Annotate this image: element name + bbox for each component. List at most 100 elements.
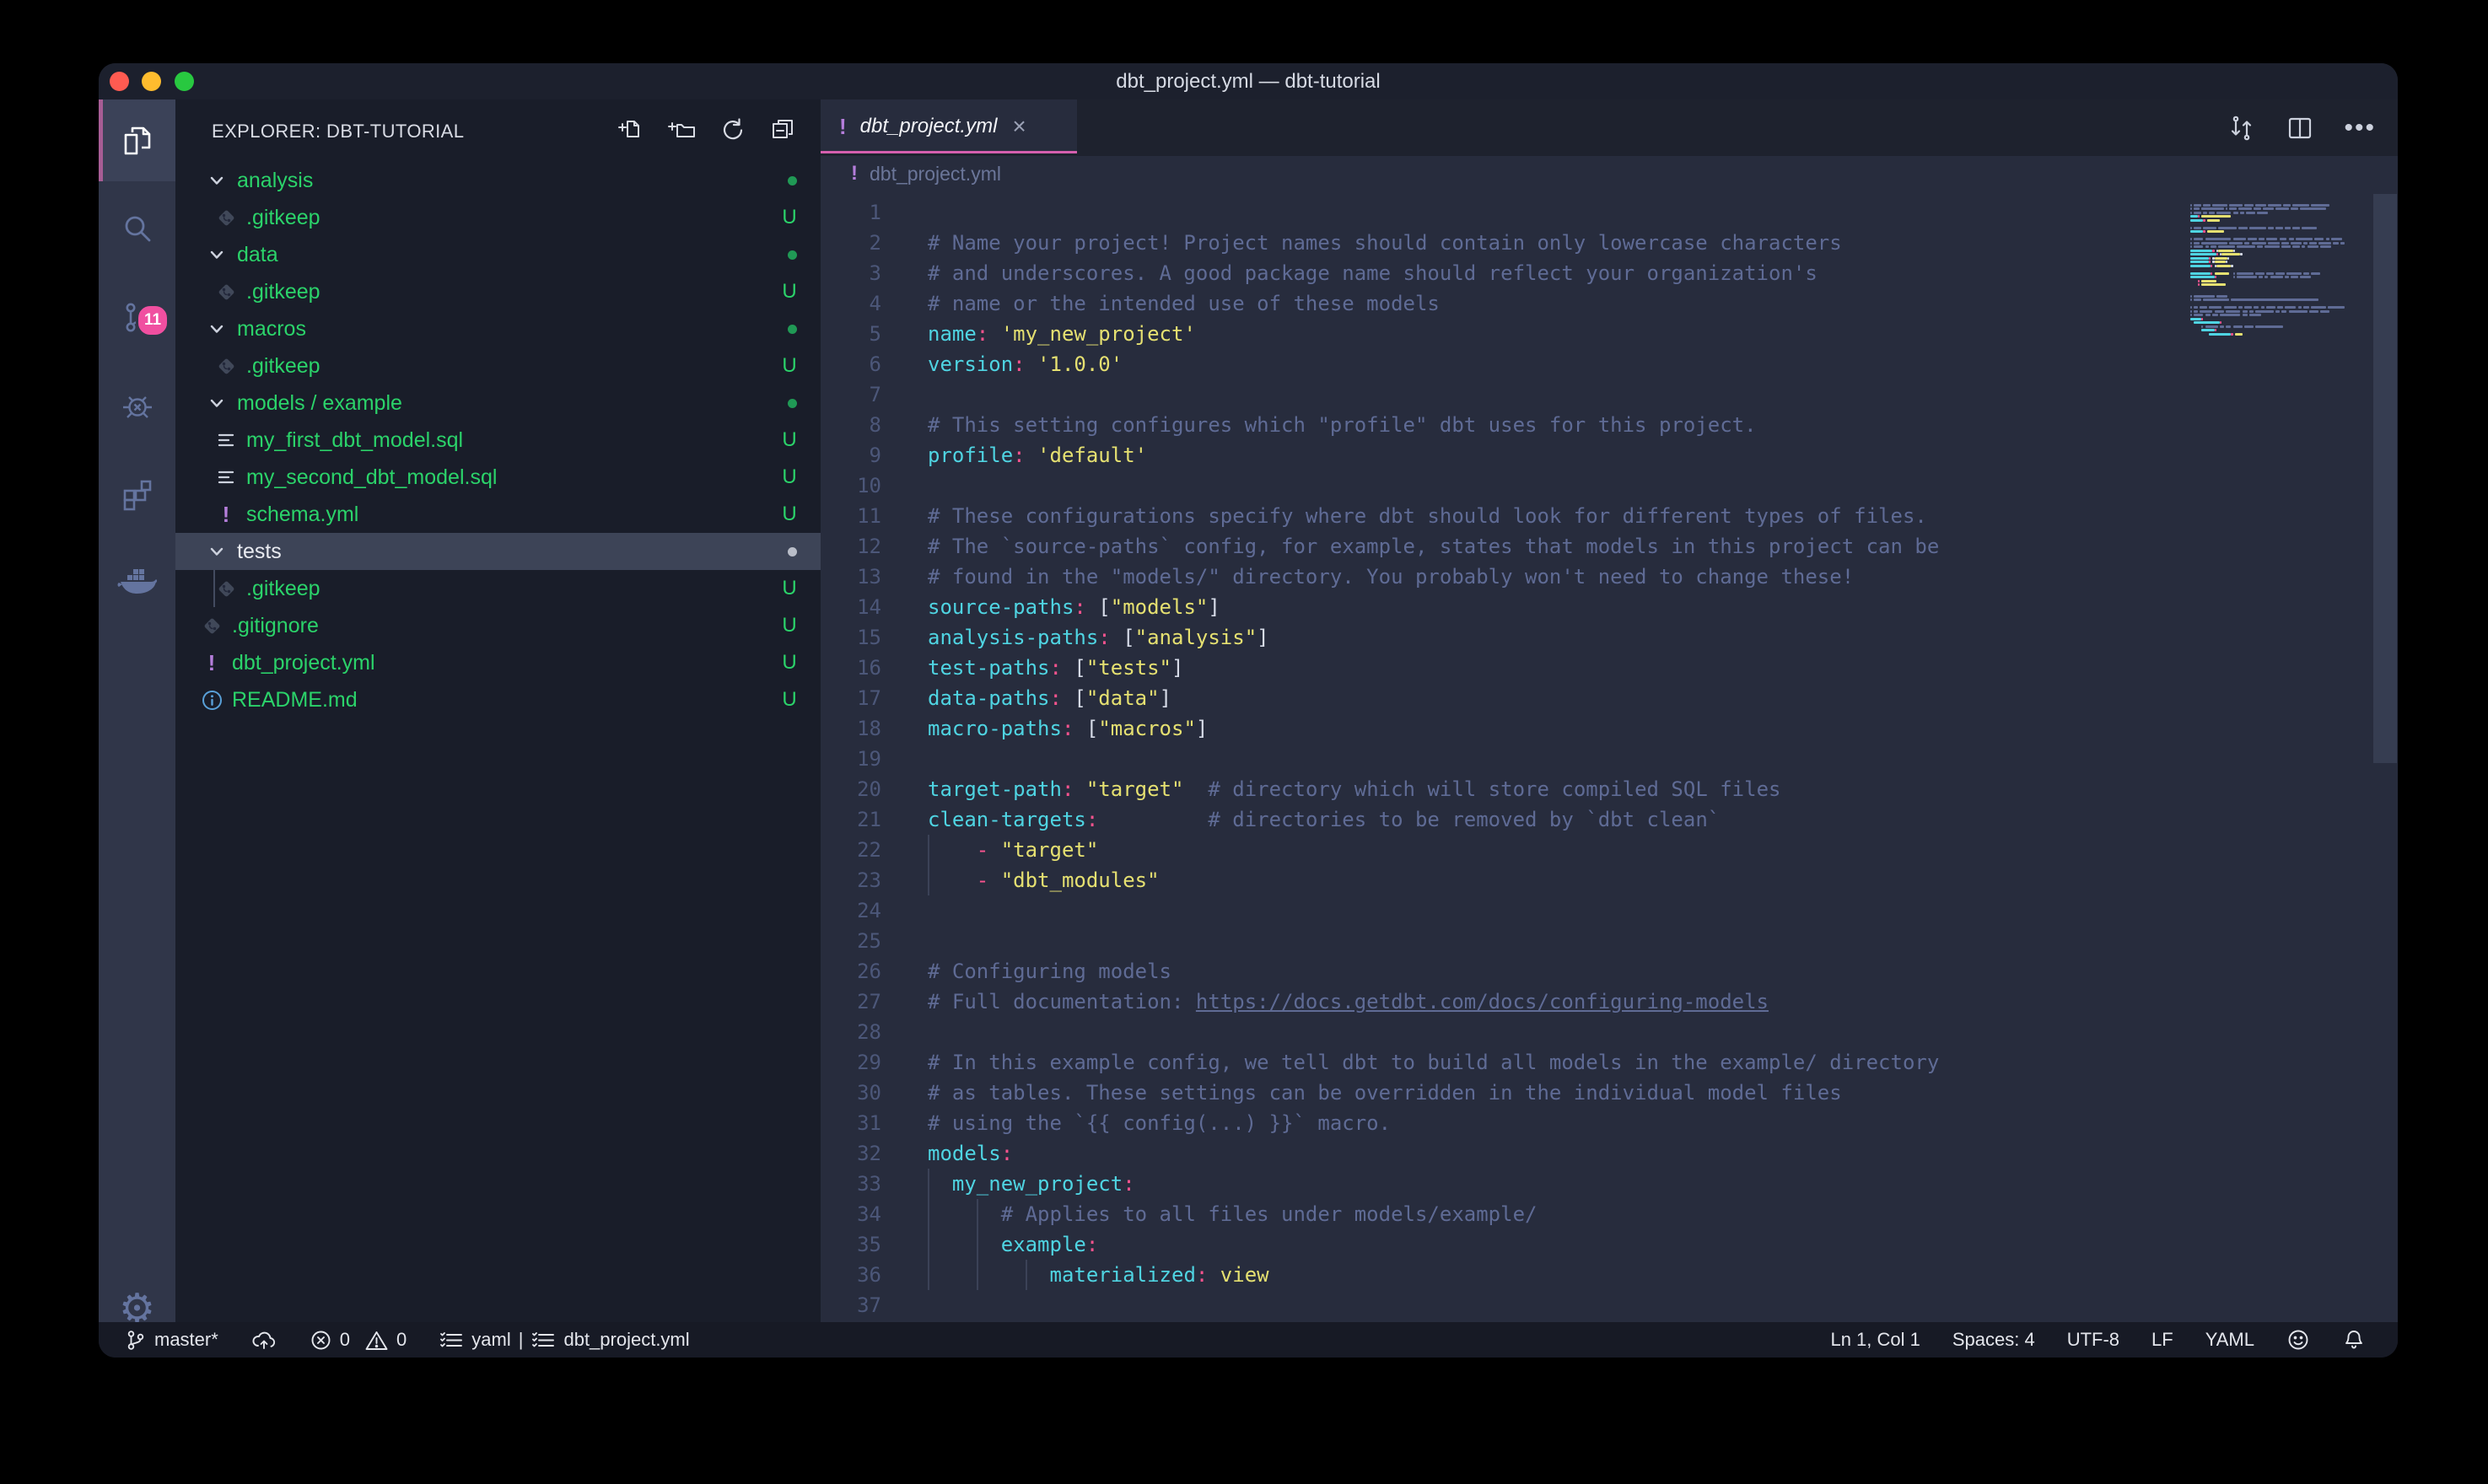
tree-item-my-first-dbt-model-sql[interactable]: my_first_dbt_model.sqlU [175, 422, 821, 459]
minimap-line [2266, 306, 2275, 309]
collapse-folders-icon[interactable] [768, 115, 797, 143]
eol-setting[interactable]: LF [2151, 1329, 2173, 1351]
tree-item-dbt-project-yml[interactable]: !dbt_project.ymlU [175, 644, 821, 681]
feedback-smiley-icon[interactable] [2286, 1328, 2310, 1352]
sidebar-item-extensions[interactable] [99, 454, 175, 535]
sidebar-item-debug[interactable] [99, 365, 175, 447]
yml-file-icon: ! [213, 502, 239, 528]
split-editor-icon[interactable] [2285, 113, 2315, 143]
file-tree: analysis.gitkeepUdata.gitkeepUmacros.git… [175, 162, 821, 718]
git-untracked-badge: U [777, 465, 802, 489]
yml-file-icon: ! [199, 650, 224, 676]
minimap-line [2203, 204, 2211, 207]
sync-changes-button[interactable] [250, 1329, 277, 1352]
tree-item-models-example[interactable]: models / example [175, 384, 821, 422]
tree-item-data[interactable]: data [175, 236, 821, 273]
problems-status[interactable]: 0 0 [310, 1329, 407, 1352]
minimap-line [2300, 207, 2326, 210]
more-actions-icon[interactable]: ••• [2344, 114, 2376, 142]
code-line-36: materialized: view [928, 1260, 1939, 1290]
minimap-line [2244, 306, 2252, 309]
minimap-line [2218, 227, 2237, 229]
minimap-line [2194, 306, 2197, 309]
minimap-line [2190, 245, 2192, 248]
minimap-line [2303, 272, 2309, 275]
open-changes-icon[interactable] [2226, 113, 2256, 143]
minimap-line [2190, 207, 2192, 210]
tab-dbt-project-yml[interactable]: ! dbt_project.yml × [821, 99, 1077, 153]
minimap-line [2194, 295, 2214, 298]
minimap-line [2198, 280, 2200, 282]
minimap-line [2309, 310, 2318, 313]
minimap-line [2252, 242, 2267, 245]
minimap-line [2328, 306, 2345, 309]
minimap-line [2190, 227, 2192, 229]
minimap-line [2233, 276, 2235, 278]
minimap-line [2320, 310, 2329, 313]
refresh-icon[interactable] [718, 115, 746, 143]
git-untracked-badge: U [777, 614, 802, 637]
git-branch-status[interactable]: master* [124, 1329, 218, 1352]
sidebar-item-source-control[interactable]: 11 [99, 277, 175, 358]
code-line-34: # Applies to all files under models/exam… [928, 1199, 1939, 1229]
minimap-line [2281, 242, 2289, 245]
minimap[interactable] [2190, 200, 2372, 1322]
language-mode[interactable]: YAML [2205, 1329, 2254, 1351]
minimap-line [2254, 207, 2261, 210]
tree-item--gitignore[interactable]: .gitignoreU [175, 607, 821, 644]
minimap-line [2194, 310, 2197, 313]
info-file-icon [199, 689, 224, 712]
minimap-line [2255, 272, 2265, 275]
minimap-line [2215, 257, 2227, 260]
code-line-28 [928, 1017, 1939, 1047]
close-tab-icon[interactable]: × [1012, 113, 1026, 140]
indentation-setting[interactable]: Spaces: 4 [1952, 1329, 2035, 1351]
breadcrumb-file-label[interactable]: dbt_project.yml [870, 163, 1001, 186]
minimap-line [2296, 238, 2313, 240]
breadcrumb[interactable]: ! dbt_project.yml [821, 156, 2398, 191]
minimap-line [2255, 325, 2283, 328]
minimap-line [2231, 333, 2232, 336]
extensions-icon [119, 476, 156, 513]
minimap-line [2216, 265, 2232, 267]
tree-item--gitkeep[interactable]: .gitkeepU [175, 273, 821, 310]
code-editor[interactable]: 1234567891011121314151617181920212223242… [821, 191, 2398, 1322]
minimap-line [2254, 306, 2259, 309]
sidebar-item-search[interactable] [99, 188, 175, 270]
minimap-line [2249, 310, 2253, 313]
minimap-line [2259, 276, 2262, 278]
new-folder-icon[interactable] [667, 115, 696, 143]
tree-item--gitkeep[interactable]: .gitkeepU [175, 570, 821, 607]
window-title: dbt_project.yml — dbt-tutorial [99, 63, 2398, 99]
tree-item-macros[interactable]: macros [175, 310, 821, 347]
minimap-line [2291, 207, 2298, 210]
sidebar-item-explorer[interactable] [99, 99, 175, 181]
code-line-25 [928, 926, 1939, 956]
tree-item-tests[interactable]: tests [175, 533, 821, 570]
new-file-icon[interactable] [617, 115, 645, 143]
tree-item-label: models / example [237, 391, 402, 416]
minimap-line [2257, 245, 2263, 248]
tree-item-analysis[interactable]: analysis [175, 162, 821, 199]
linter-status[interactable]: yaml | dbt_project.yml [439, 1329, 689, 1352]
sidebar-item-docker[interactable] [99, 542, 175, 624]
minimap-line [2211, 265, 2212, 267]
minimap-line [2190, 204, 2192, 207]
minimap-line [2201, 215, 2231, 218]
docker-icon [117, 565, 158, 602]
encoding-setting[interactable]: UTF-8 [2067, 1329, 2119, 1351]
tree-item-schema-yml[interactable]: !schema.ymlU [175, 496, 821, 533]
sql-file-icon [213, 429, 239, 451]
code-content[interactable]: # Name your project! Project names shoul… [928, 197, 1939, 1320]
tree-item--gitkeep[interactable]: .gitkeepU [175, 199, 821, 236]
tree-item--gitkeep[interactable]: .gitkeepU [175, 347, 821, 384]
minimap-line [2215, 310, 2224, 313]
code-line-22: - "target" [928, 835, 1939, 865]
editor-scrollbar[interactable] [2373, 194, 2397, 763]
tree-item-readme-md[interactable]: README.mdU [175, 681, 821, 718]
tree-item-my-second-dbt-model-sql[interactable]: my_second_dbt_model.sqlU [175, 459, 821, 496]
minimap-line [2190, 219, 2203, 222]
notifications-bell-icon[interactable] [2342, 1328, 2366, 1352]
minimap-line [2265, 276, 2268, 278]
cursor-position[interactable]: Ln 1, Col 1 [1830, 1329, 1920, 1351]
